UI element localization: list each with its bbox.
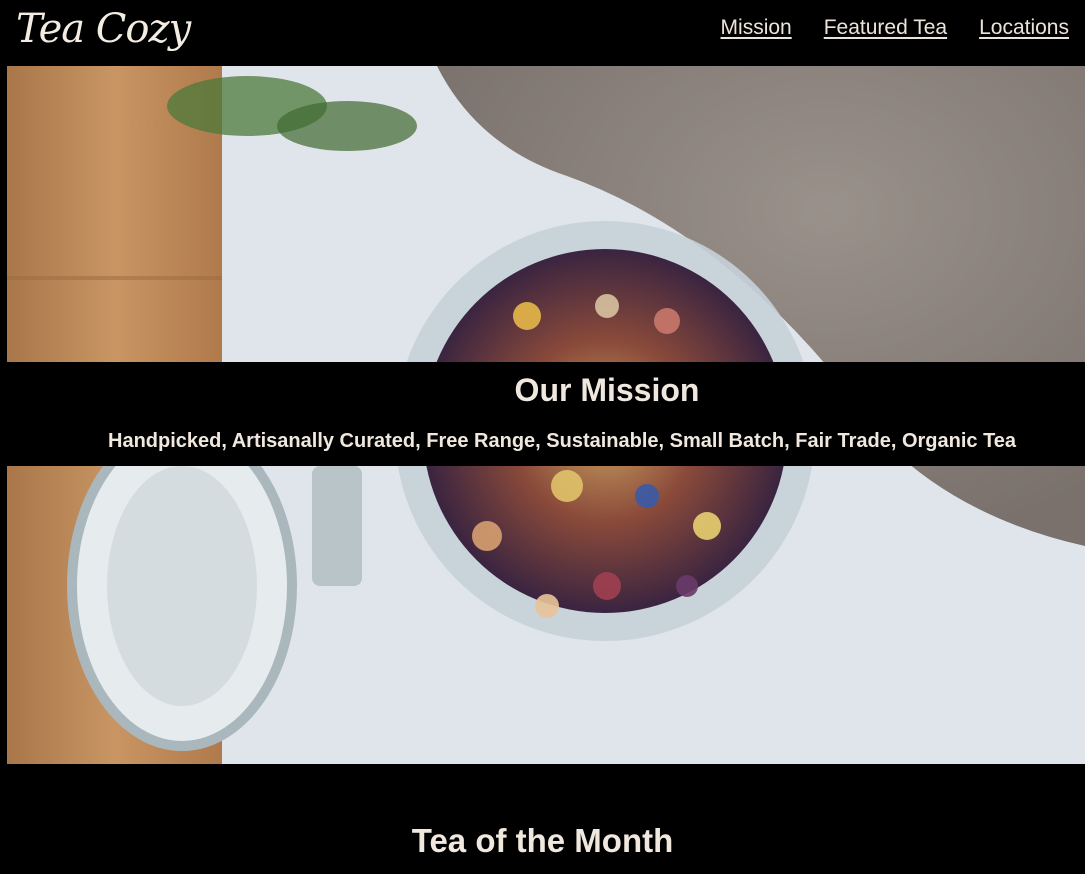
tea-of-the-month-heading: Tea of the Month — [411, 822, 674, 859]
site-header: Tea Cozy Mission Featured Tea Locations — [0, 0, 1085, 66]
nav-link-locations[interactable]: Locations — [979, 16, 1069, 40]
mission-section: Our Mission Handpicked, Artisanally Cura… — [7, 362, 1085, 466]
nav-link-featured-tea[interactable]: Featured Tea — [824, 16, 947, 40]
nav-link-mission[interactable]: Mission — [721, 16, 792, 40]
mission-statement: Handpicked, Artisanally Curated, Free Ra… — [108, 430, 1017, 452]
mission-heading: Our Mission — [514, 372, 700, 408]
main-nav: Mission Featured Tea Locations — [721, 16, 1069, 40]
site-logo[interactable]: Tea Cozy — [16, 6, 191, 52]
